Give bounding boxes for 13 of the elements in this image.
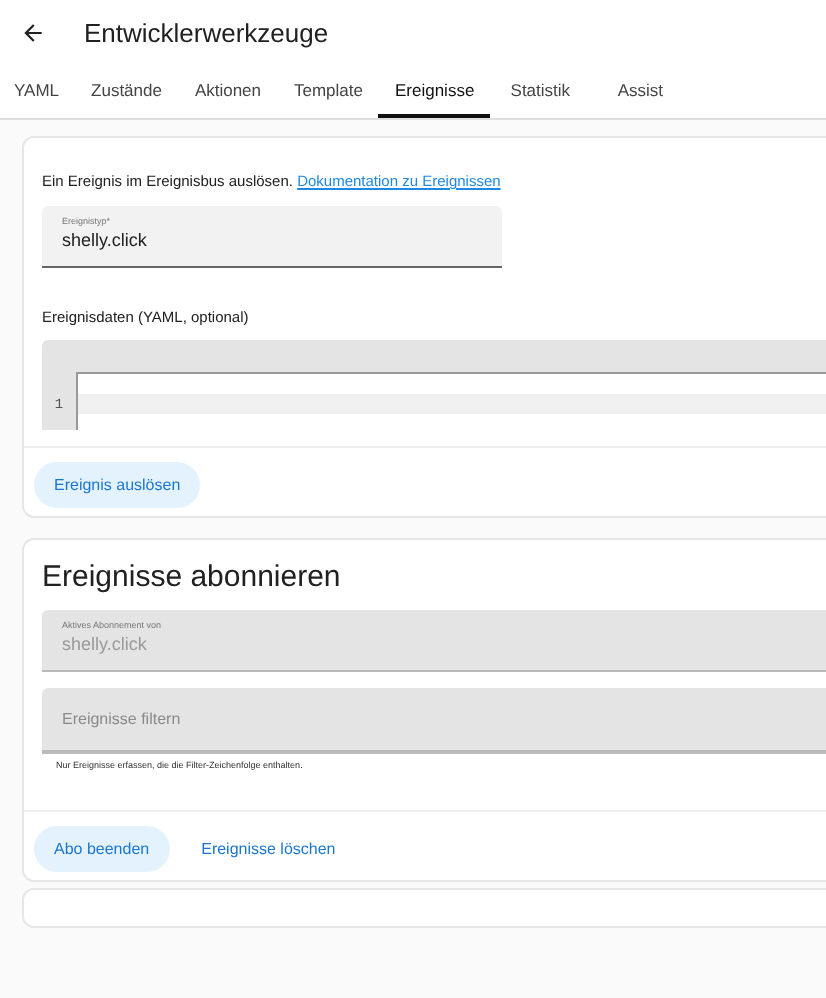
tab[interactable]: Ereignisse	[378, 64, 491, 118]
fire-event-button[interactable]: Ereignis auslösen	[34, 462, 201, 508]
action-button[interactable]: Abo beenden	[34, 826, 170, 872]
tab[interactable]: Aktionen	[177, 64, 278, 118]
tab[interactable]: YAML	[0, 64, 76, 118]
action-button[interactable]: Ereignisse löschen	[181, 826, 356, 872]
tab[interactable]: Zustände	[75, 64, 178, 118]
tab[interactable]: Template	[277, 64, 379, 118]
tab[interactable]: Statistik	[490, 64, 591, 118]
section-heading: Ereignisse abonnieren	[42, 560, 343, 594]
tab[interactable]: Assist	[590, 64, 691, 118]
page-title: Entwicklerwerkzeuge	[84, 17, 329, 47]
back-arrow-icon[interactable]	[20, 19, 46, 45]
